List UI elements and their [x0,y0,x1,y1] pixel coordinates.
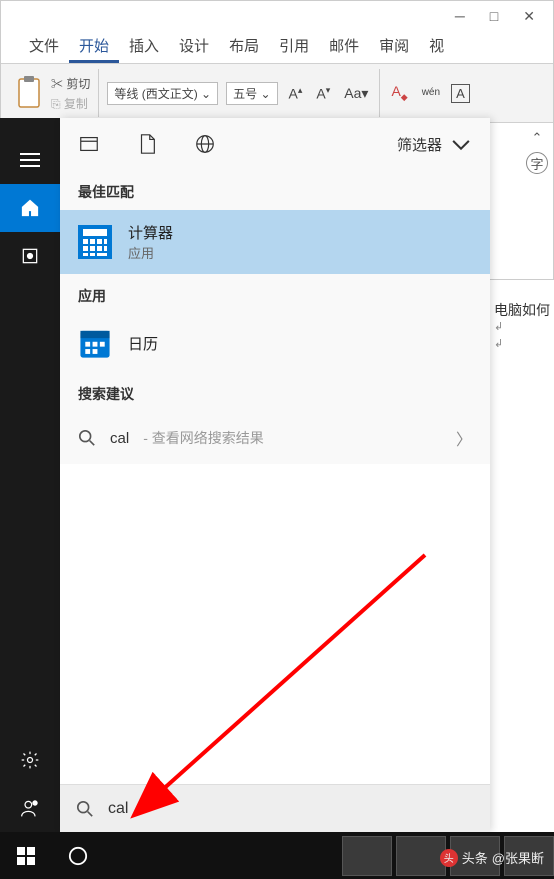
scissors-icon: ✂ [51,77,63,91]
tab-review[interactable]: 审阅 [369,31,419,63]
chevron-down-icon [450,133,472,155]
calendar-icon [78,326,112,360]
ribbon-tabs: 文件 开始 插入 设计 布局 引用 邮件 审阅 视 [1,31,553,63]
side-tools: ⌃ 字 [526,130,548,174]
font-size-select[interactable]: 五号 ⌄ [226,82,277,105]
windows-icon [16,846,36,866]
char-border-button[interactable]: A [451,84,470,103]
suggest-term: cal [110,430,129,447]
paste-icon[interactable] [15,75,43,112]
chevron-up-icon[interactable]: ⌃ [532,130,543,146]
globe-icon [194,133,216,155]
chevron-right-icon: 〉 [456,426,472,450]
scope-web-button[interactable] [194,133,216,155]
person-icon [20,798,40,818]
filter-dropdown[interactable]: 筛选器 [397,133,472,155]
close-button[interactable]: ✕ [523,8,535,25]
gear-icon [20,750,40,770]
change-case-button[interactable]: Aa▾ [341,85,371,102]
decrease-font-button[interactable]: A▾ [313,85,333,102]
result-title: 计算器 [128,222,173,243]
tab-file[interactable]: 文件 [19,31,69,63]
avatar-icon: 头 [440,849,458,867]
tab-references[interactable]: 引用 [269,31,319,63]
tab-home[interactable]: 开始 [69,31,119,63]
chevron-down-icon: ⌄ [201,87,211,101]
font-family-select[interactable]: 等线 (西文正文) ⌄ [107,82,218,105]
tab-view[interactable]: 视 [419,31,454,63]
watermark: 头 头条 @张果断 [440,848,544,867]
maximize-button[interactable]: □ [490,8,498,24]
start-button[interactable] [0,832,52,879]
calculator-icon [78,225,112,259]
apps-button[interactable] [0,232,60,280]
web-search-suggestion[interactable]: cal - 查看网络搜索结果 〉 [60,412,490,464]
tab-mailings[interactable]: 邮件 [319,31,369,63]
scope-all-button[interactable] [78,133,100,155]
pinyin-button[interactable]: wén [419,88,443,98]
menu-button[interactable] [0,136,60,184]
ribbon-content: ✂ 剪切 ⎘ 复制 等线 (西文正文) ⌄ 五号 ⌄ A▴ A▾ Aa▾ A◆ … [1,63,553,123]
result-calculator[interactable]: 计算器 应用 [60,210,490,274]
scope-documents-button[interactable] [136,133,158,155]
result-subtitle: 应用 [128,243,173,262]
minimize-button[interactable]: ─ [455,8,465,24]
copy-button[interactable]: ⎘ 复制 [51,95,90,112]
section-best-match: 最佳匹配 [60,170,490,210]
cut-button[interactable]: ✂ 剪切 [51,75,90,92]
search-icon [78,429,96,447]
search-input[interactable] [108,800,474,818]
tab-layout[interactable]: 布局 [219,31,269,63]
chevron-down-icon: ⌄ [260,87,270,101]
char-style-button[interactable]: 字 [526,152,548,174]
suggest-hint: - 查看网络搜索结果 [143,428,264,448]
window-icon [78,133,100,155]
taskbar-app[interactable] [342,836,392,876]
taskbar-app[interactable] [396,836,446,876]
apps-icon [20,246,40,266]
settings-button[interactable] [0,736,60,784]
section-apps: 应用 [60,274,490,314]
tab-design[interactable]: 设计 [169,31,219,63]
section-suggestions: 搜索建议 [60,372,490,412]
result-calendar[interactable]: 日历 [60,314,490,372]
clear-format-button[interactable]: A◆ [388,83,410,103]
search-scope-tabs: 筛选器 [60,118,490,170]
home-icon [20,198,40,218]
search-box[interactable] [60,784,490,832]
search-panel: 筛选器 最佳匹配 计算器 应用 应用 日历 搜索建议 cal - 查看网络搜索结… [60,118,490,832]
search-icon [76,800,94,818]
title-bar: ─ □ ✕ [1,1,553,31]
result-title: 日历 [128,333,158,354]
hamburger-icon [20,153,40,167]
start-sidebar [0,118,60,832]
increase-font-button[interactable]: A▴ [286,85,306,102]
cortana-button[interactable] [52,832,104,879]
cortana-icon [68,846,88,866]
tab-insert[interactable]: 插入 [119,31,169,63]
document-icon [136,133,158,155]
account-button[interactable] [0,784,60,832]
document-body: 电脑如何 ↲ ↲ [494,300,550,354]
home-button[interactable] [0,184,60,232]
